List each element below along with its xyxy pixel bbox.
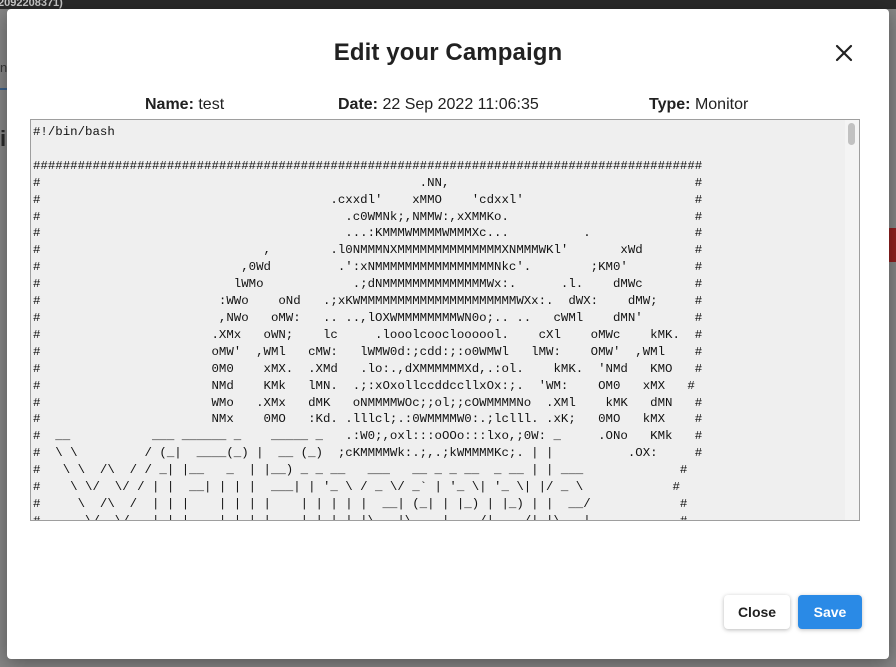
- scrollbar-thumb[interactable]: [848, 123, 855, 145]
- name-label: Name:: [145, 96, 194, 113]
- campaign-name: Name: test: [145, 96, 224, 114]
- campaign-date: Date: 22 Sep 2022 11:06:35: [338, 96, 539, 114]
- script-scrollbar[interactable]: [845, 120, 859, 520]
- date-label: Date:: [338, 96, 379, 113]
- type-label: Type:: [649, 96, 691, 113]
- edit-campaign-modal: Edit your Campaign Name: test Date: 22 S…: [7, 9, 889, 659]
- close-modal-button[interactable]: [829, 38, 859, 68]
- modal-title: Edit your Campaign: [333, 39, 563, 66]
- script-content[interactable]: #!/bin/bash ############################…: [31, 120, 845, 520]
- background-topbar: [0, 0, 896, 9]
- campaign-type: Type: Monitor: [649, 96, 748, 114]
- save-button[interactable]: Save: [798, 595, 862, 629]
- close-icon: [835, 44, 853, 62]
- date-value: 22 Sep 2022 11:06:35: [382, 96, 539, 113]
- script-editor[interactable]: #!/bin/bash ############################…: [30, 119, 860, 521]
- type-value: Monitor: [694, 96, 749, 113]
- name-value: test: [198, 96, 225, 113]
- background-heading-fragment: i: [0, 126, 7, 151]
- close-button[interactable]: Close: [724, 595, 790, 629]
- background-id-text: 2092208371): [0, 0, 63, 9]
